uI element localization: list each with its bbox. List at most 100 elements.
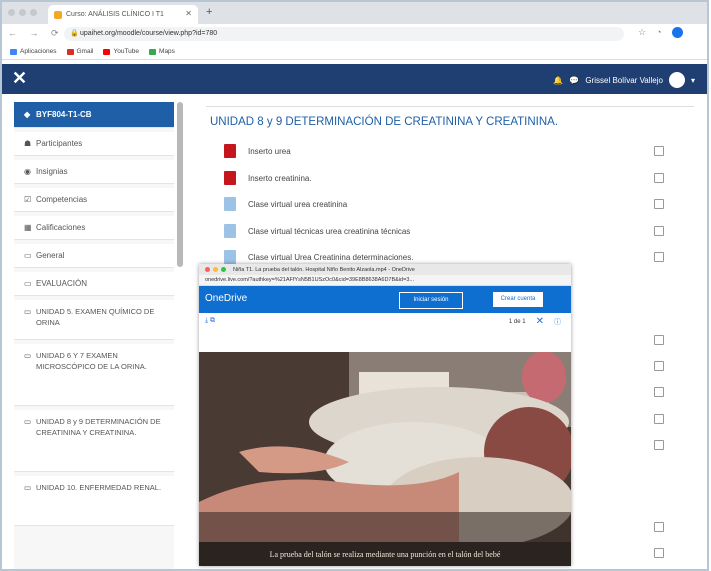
document-icon	[224, 197, 236, 211]
sidebar-scrollbar[interactable]	[177, 102, 183, 267]
completion-checkbox[interactable]	[654, 335, 664, 345]
activity-label: Inserto creatinina.	[248, 173, 312, 183]
activity-item[interactable]: Clase virtual técnicas urea creatinina t…	[224, 224, 410, 238]
folder-icon: ▭	[24, 351, 32, 360]
star-icon[interactable]: ☆	[638, 27, 646, 38]
sidebar-item-label: General	[36, 251, 65, 260]
sidebar-item-label: Participantes	[36, 139, 83, 148]
bookmark-label: YouTube	[113, 48, 140, 55]
new-tab-icon[interactable]: +	[206, 6, 212, 18]
sidebar-item-label: BYF804-T1-CB	[36, 110, 92, 119]
sidebar-item-label: UNIDAD 8 y 9 DETERMINACIÓN DE CREATININA…	[36, 417, 161, 437]
bookmark-label: Aplicaciones	[20, 48, 57, 55]
tab-bar: Curso: ANÁLISIS CLÍNICO I T1 ✕ +	[2, 2, 707, 24]
sidebar-item-label: Insignias	[36, 167, 68, 176]
activity-label: Inserto urea	[248, 146, 291, 156]
popup-url: onedrive.live.com/?authkey=%21AFfYsN5B1U…	[205, 277, 414, 283]
info-icon[interactable]: ⓘ	[554, 317, 561, 327]
folder-icon: ▭	[24, 483, 32, 492]
pdf-icon	[224, 144, 236, 158]
document-icon	[224, 224, 236, 238]
completion-checkbox[interactable]	[654, 440, 664, 450]
extensions-icon[interactable]: ◔	[656, 27, 661, 38]
completion-checkbox[interactable]	[654, 522, 664, 532]
notifications-icon[interactable]: 🔔	[553, 76, 563, 85]
sidebar-item-unidad-10[interactable]: ▭ UNIDAD 10. ENFERMEDAD RENAL.	[14, 476, 174, 526]
completion-checkbox[interactable]	[654, 361, 664, 371]
completion-checkbox[interactable]	[654, 548, 664, 558]
avatar[interactable]	[668, 72, 685, 88]
url-text: upaihet.org/moodle/course/view.php?id=78…	[80, 30, 218, 37]
sidebar-item-evaluacion[interactable]: ▭ EVALUACIÓN	[14, 272, 174, 296]
activity-label: Clase virtual técnicas urea creatinina t…	[248, 226, 411, 236]
completion-checkbox[interactable]	[654, 252, 664, 262]
messages-icon[interactable]: 💬	[569, 76, 579, 85]
moodle-navbar: ✕ 🔔 💬 Grissel Bolívar Vallejo ▾	[2, 64, 707, 94]
bookmark-gmail[interactable]: Gmail	[66, 48, 93, 55]
table-icon: ▦	[24, 223, 32, 232]
folder-icon: ▭	[24, 307, 32, 316]
sidebar-item-label: Competencias	[36, 195, 88, 204]
maximize-window-icon[interactable]	[221, 267, 226, 272]
sidebar-item-unidad-6-7[interactable]: ▭ UNIDAD 6 Y 7 EXAMEN MICROSCÓPICO DE LA …	[14, 344, 174, 406]
signin-button[interactable]: Iniciar sesión	[399, 292, 463, 309]
popup-title: Niña T1. La prueba del talón. Hospital N…	[233, 266, 415, 273]
sidebar-item-label: UNIDAD 10. ENFERMEDAD RENAL.	[36, 483, 162, 492]
pdf-icon	[224, 171, 236, 185]
bookmark-maps[interactable]: Maps	[149, 48, 175, 55]
bookmarks-bar: Aplicaciones Gmail YouTube Maps	[2, 44, 707, 60]
url-field[interactable]: 🔒 upaihet.org/moodle/course/view.php?id=…	[64, 27, 624, 41]
profile-icon[interactable]	[671, 27, 683, 38]
completion-checkbox[interactable]	[654, 173, 664, 183]
window-controls[interactable]	[8, 9, 37, 16]
sidebar-item-label: Calificaciones	[36, 223, 86, 232]
sidebar-item-participants[interactable]: ☗ Participantes	[14, 132, 174, 156]
nav-buttons[interactable]: ← → ⟳	[8, 28, 64, 39]
close-viewer-icon[interactable]: ✕	[536, 316, 544, 327]
sidebar-item-competencies[interactable]: ☑ Competencias	[14, 188, 174, 212]
completion-checkbox[interactable]	[654, 146, 664, 156]
viewer-toolbar: ⤓ ⧉ 1 de 1 ✕ ⓘ	[199, 313, 571, 333]
completion-checkbox[interactable]	[654, 199, 664, 209]
activity-item[interactable]: Clase virtual Urea Creatinina determinac…	[224, 250, 413, 264]
minimize-window-icon[interactable]	[213, 267, 218, 272]
browser-window: Curso: ANÁLISIS CLÍNICO I T1 ✕ + ← → ⟳ 🔒…	[0, 0, 709, 571]
lock-icon: 🔒	[70, 30, 79, 37]
sidebar-item-general[interactable]: ▭ General	[14, 244, 174, 268]
activity-item[interactable]: Clase virtual urea creatinina	[224, 197, 347, 211]
sidebar: ◆ BYF804-T1-CB ☗ Participantes ◉ Insignias …	[14, 102, 174, 569]
badge-icon: ◉	[24, 167, 31, 176]
completion-checkbox[interactable]	[654, 387, 664, 397]
onedrive-brand[interactable]: OneDrive	[205, 293, 247, 304]
gmail-icon	[66, 48, 74, 55]
folder-icon: ▭	[24, 417, 32, 426]
bookmark-apps[interactable]: Aplicaciones	[10, 48, 57, 55]
popup-url-bar[interactable]: onedrive.live.com/?authkey=%21AFfYsN5B1U…	[199, 275, 571, 286]
create-account-button[interactable]: Crear cuenta	[493, 292, 543, 307]
bookmark-youtube[interactable]: YouTube	[103, 48, 139, 55]
activity-item[interactable]: Inserto urea	[224, 144, 291, 158]
browser-tab[interactable]: Curso: ANÁLISIS CLÍNICO I T1 ✕	[48, 5, 198, 24]
video-frame[interactable]	[199, 352, 571, 542]
sidebar-item-unidad-8-9[interactable]: ▭ UNIDAD 8 y 9 DETERMINACIÓN DE CREATININ…	[14, 410, 174, 472]
user-menu[interactable]: 🔔 💬 Grissel Bolívar Vallejo ▾	[553, 72, 695, 88]
activity-item[interactable]: Inserto creatinina.	[224, 171, 312, 185]
sidebar-item-grades[interactable]: ▦ Calificaciones	[14, 216, 174, 240]
activity-label: Clase virtual Urea Creatinina determinac…	[248, 252, 414, 262]
download-icon[interactable]: ⤓ ⧉	[205, 317, 215, 325]
chevron-down-icon[interactable]: ▾	[691, 76, 695, 85]
youtube-icon	[103, 48, 111, 55]
completion-checkbox[interactable]	[654, 414, 664, 424]
sidebar-item-unidad-5[interactable]: ▭ UNIDAD 5. EXAMEN QUÍMICO DE ORINA	[14, 300, 174, 340]
close-tab-icon[interactable]: ✕	[185, 9, 192, 18]
section-title: UNIDAD 8 y 9 DETERMINACIÓN DE CREATININA…	[210, 116, 559, 128]
divider	[206, 106, 694, 107]
onedrive-header: OneDrive Iniciar sesión Crear cuenta	[199, 286, 571, 313]
activity-label: Clase virtual urea creatinina	[248, 199, 348, 209]
sidebar-item-badges[interactable]: ◉ Insignias	[14, 160, 174, 184]
sidebar-item-course[interactable]: ◆ BYF804-T1-CB	[14, 102, 174, 128]
close-drawer-icon[interactable]: ✕	[12, 68, 27, 89]
address-bar-row: ← → ⟳ 🔒 upaihet.org/moodle/course/view.p…	[2, 24, 707, 44]
close-window-icon[interactable]	[205, 267, 210, 272]
completion-checkbox[interactable]	[654, 226, 664, 236]
